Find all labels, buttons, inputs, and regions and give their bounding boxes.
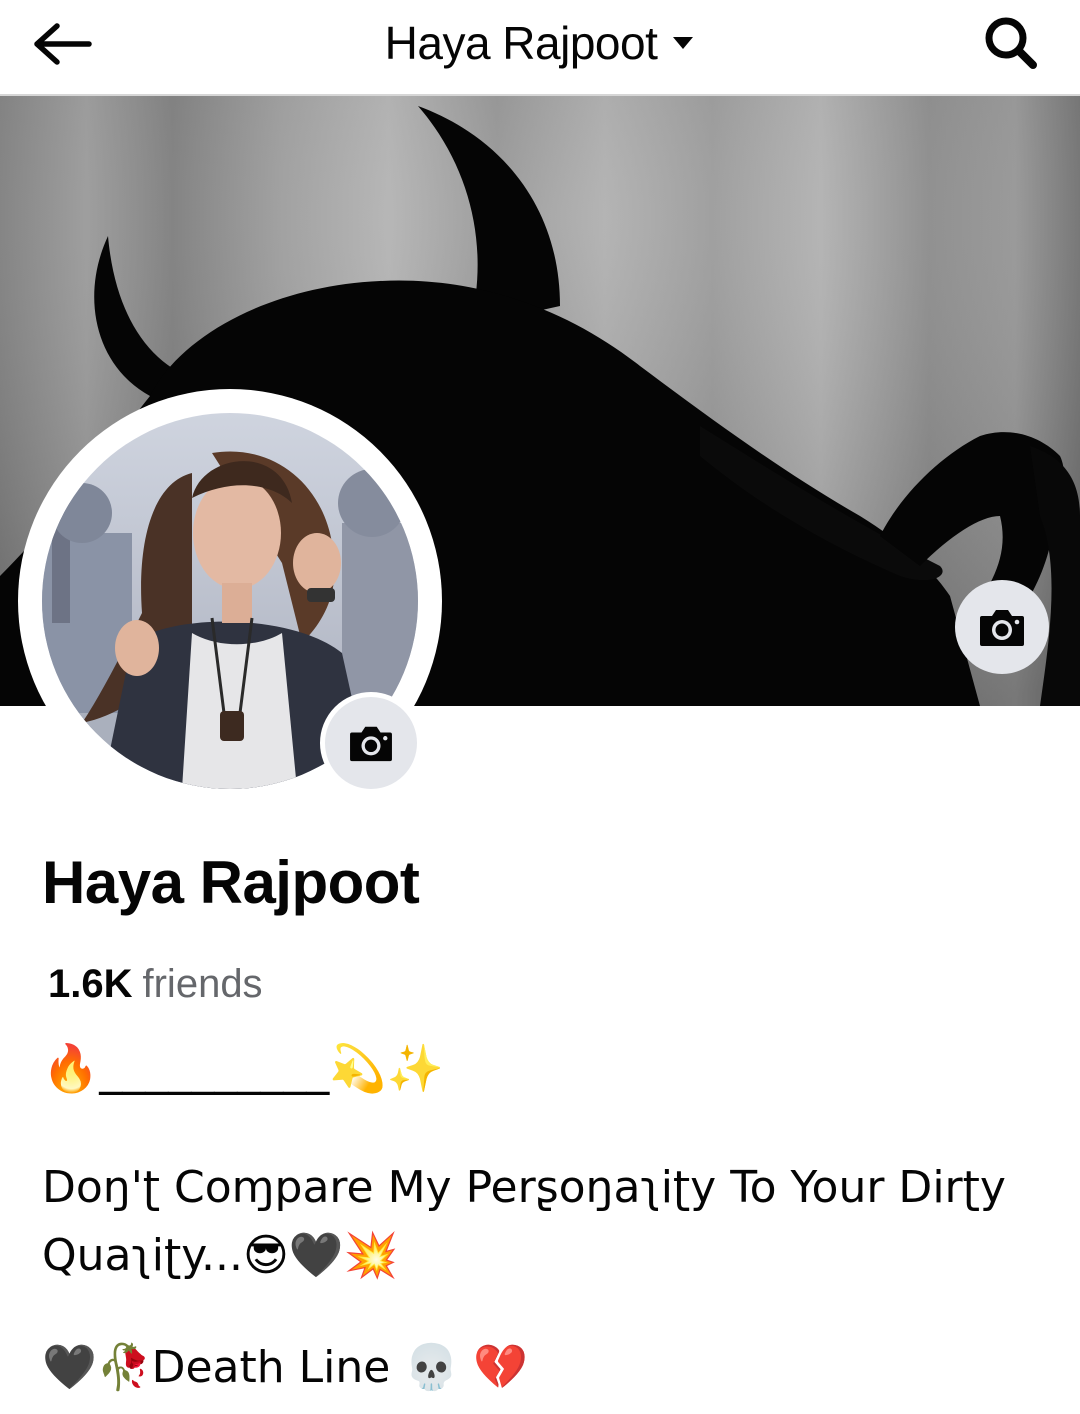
caret-down-icon <box>673 37 694 49</box>
search-button[interactable] <box>976 12 1046 74</box>
camera-icon <box>980 610 1024 646</box>
edit-profile-picture-button[interactable] <box>320 692 422 794</box>
profile-bio: 🔥__________💫✨ Doŋ'ʈ Coɱpare My Perʂoŋaʅi… <box>42 1028 1042 1402</box>
camera-icon <box>350 726 392 762</box>
profile-name: Haya Rajpoot <box>42 849 420 916</box>
top-app-bar: Haya Rajpoot <box>0 0 1080 96</box>
profile-switcher[interactable]: Haya Rajpoot <box>0 0 1080 86</box>
friends-label: friends <box>142 962 263 1006</box>
bio-line-quote: Doŋ'ʈ Coɱpare My Perʂoŋaʅiʈy To Your Dir… <box>42 1162 1020 1281</box>
bio-line-death-line: 🖤🥀Death Line 💀 💔 <box>42 1342 528 1393</box>
bio-spacer <box>42 1290 1042 1334</box>
friends-count: 1.6K <box>48 962 133 1006</box>
header-title: Haya Rajpoot <box>384 17 658 69</box>
search-icon <box>985 17 1037 69</box>
friends-link[interactable]: 1.6K friends <box>48 962 263 1006</box>
friends-summary: 1.6K friends <box>48 962 263 1007</box>
bio-spacer <box>42 1108 1042 1154</box>
edit-cover-photo-button[interactable] <box>955 580 1049 674</box>
bio-line-decorative: 🔥__________💫✨ <box>42 1041 444 1095</box>
